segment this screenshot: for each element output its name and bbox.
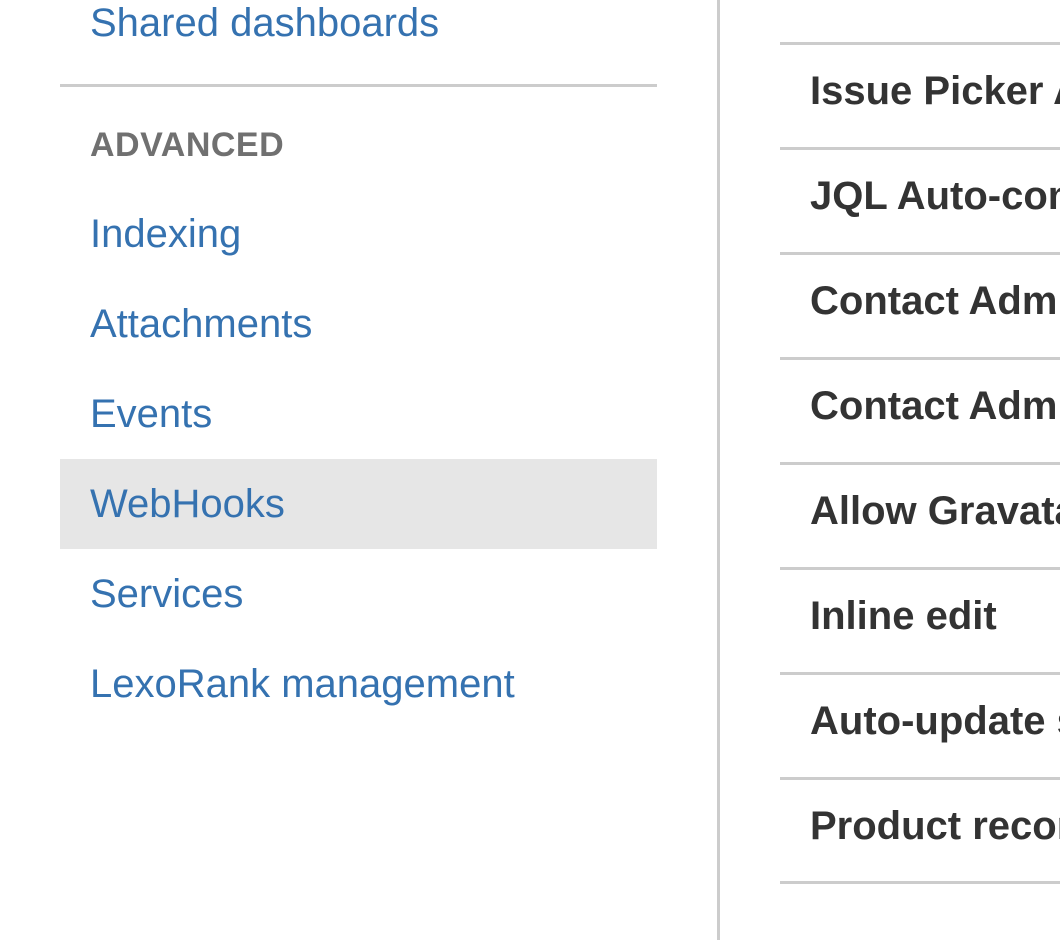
setting-label: Issue Picker Auto-complete: [810, 69, 1060, 113]
admin-page: Shared dashboards ADVANCED Indexing Atta…: [0, 0, 1060, 940]
settings-row: Inline edit: [780, 567, 1060, 672]
setting-label: Inline edit: [810, 594, 997, 638]
setting-label: Contact Administrators Form: [810, 279, 1060, 323]
sidebar-divider: [60, 84, 657, 87]
sidebar-item-shared-dashboards[interactable]: Shared dashboards: [60, 0, 657, 68]
setting-label: Contact Administrators Message: [810, 384, 1060, 428]
advanced-nav-list: Indexing Attachments Events WebHooks Ser…: [60, 189, 657, 729]
settings-table: Issue Picker Auto-complete JQL Auto-comp…: [780, 0, 1060, 940]
sidebar-item-lexorank-management[interactable]: LexoRank management: [60, 639, 657, 729]
settings-row: Auto-update search results: [780, 672, 1060, 777]
settings-row: JQL Auto-complete: [780, 147, 1060, 252]
settings-row: Issue Picker Auto-complete: [780, 42, 1060, 147]
settings-row: Contact Administrators Message: [780, 357, 1060, 462]
sidebar-item-events[interactable]: Events: [60, 369, 657, 459]
vertical-divider: [717, 0, 720, 940]
sidebar-item-indexing[interactable]: Indexing: [60, 189, 657, 279]
settings-row: Allow Gravatars: [780, 462, 1060, 567]
settings-row: Contact Administrators Form: [780, 252, 1060, 357]
section-heading-advanced: ADVANCED: [90, 126, 285, 164]
setting-label: Allow Gravatars: [810, 489, 1060, 533]
setting-label: Auto-update search results: [810, 699, 1060, 743]
sidebar-item-services[interactable]: Services: [60, 549, 657, 639]
setting-label: Product recommendations: [810, 804, 1060, 848]
settings-bottom-border: [780, 881, 1060, 884]
settings-row: Product recommendations: [780, 777, 1060, 882]
sidebar-item-webhooks[interactable]: WebHooks: [60, 459, 657, 549]
setting-label: JQL Auto-complete: [810, 174, 1060, 218]
sidebar-item-attachments[interactable]: Attachments: [60, 279, 657, 369]
